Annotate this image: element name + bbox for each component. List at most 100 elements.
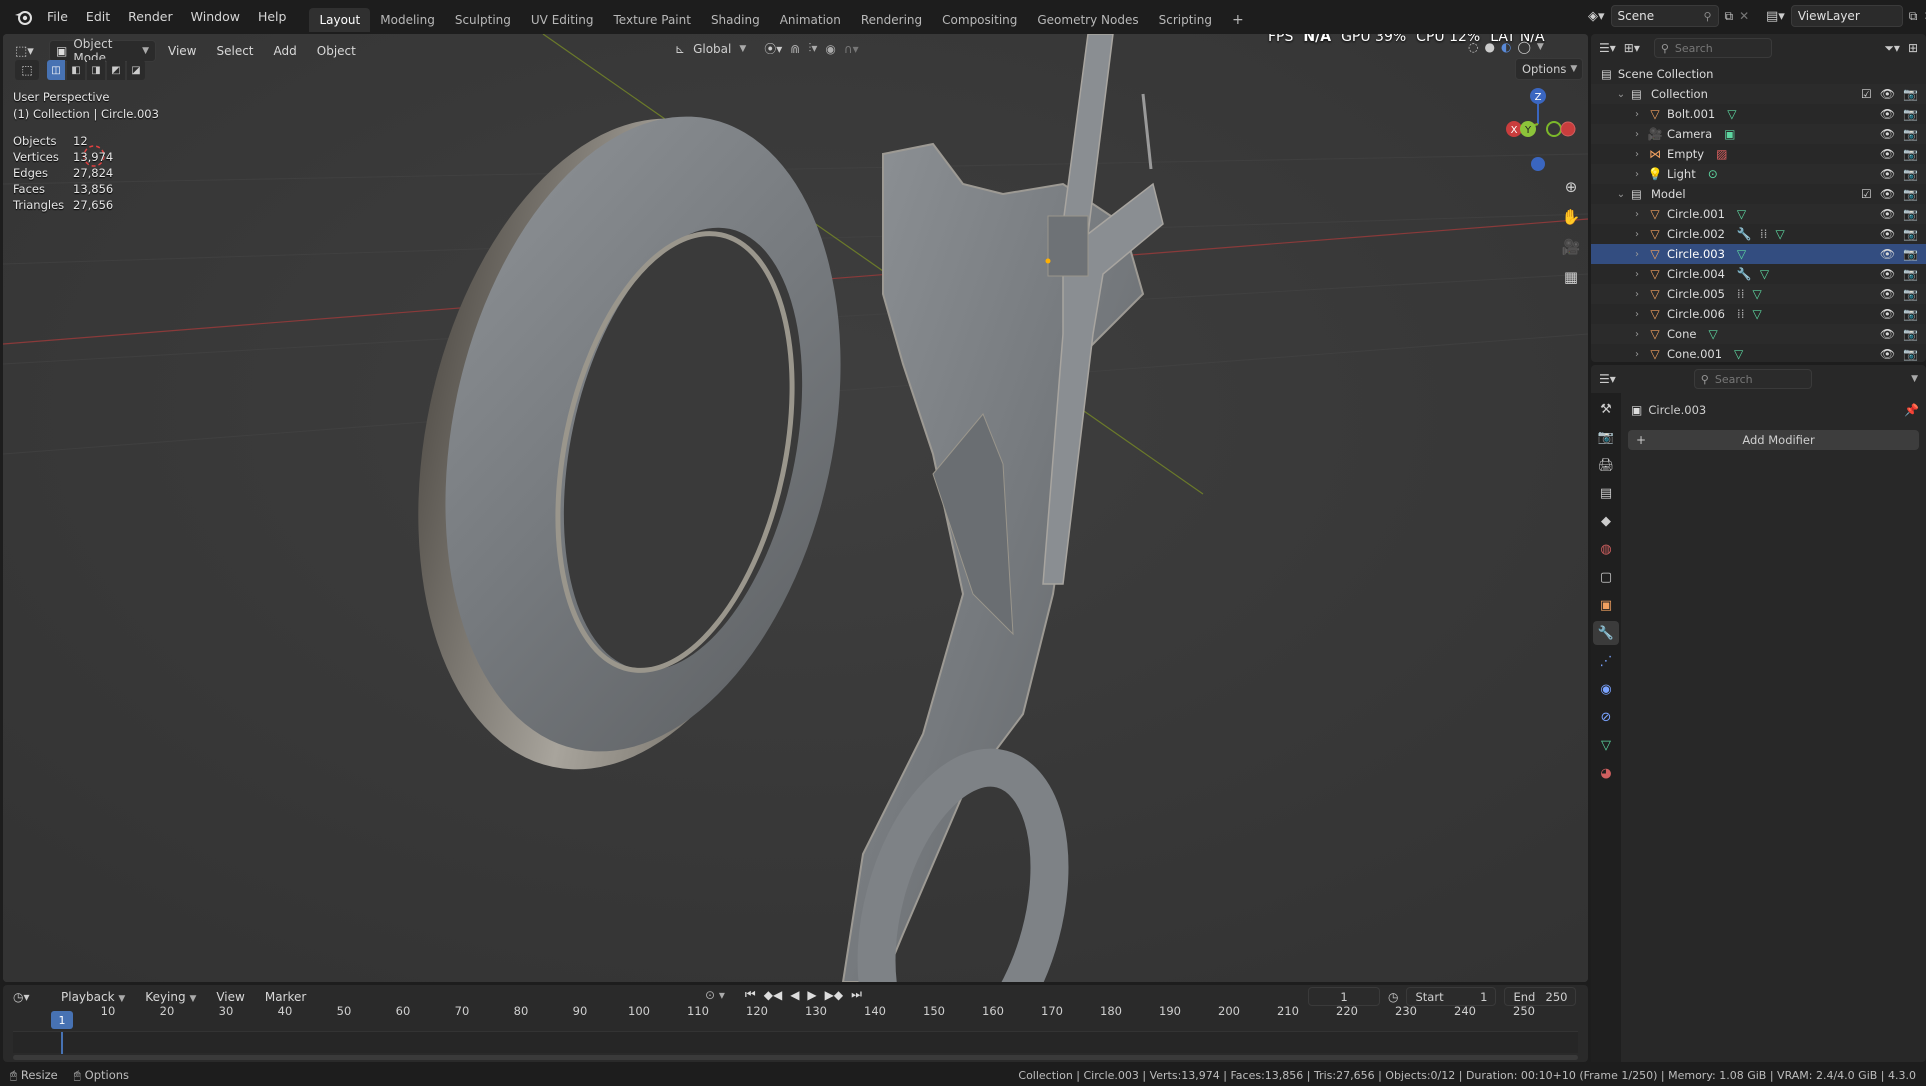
wrench-icon[interactable]: 🔧 <box>1737 227 1752 241</box>
scene-field[interactable]: Scene ⚲ <box>1610 5 1719 27</box>
eye-icon[interactable]: 👁 <box>1880 327 1895 341</box>
editor-type-icon[interactable]: ◷▾ <box>13 990 49 1004</box>
expand-icon[interactable]: › <box>1631 249 1643 260</box>
new-collection-icon[interactable]: ⊞ <box>1908 41 1918 55</box>
mesh-data-icon[interactable]: ▽ <box>1734 347 1743 361</box>
menu-render[interactable]: Render <box>119 0 182 34</box>
mesh-data-icon[interactable]: ▽ <box>1737 207 1746 221</box>
view-layer-icon[interactable]: ▤▾ <box>1766 9 1785 24</box>
vertex-group-icon[interactable]: ⁞⁞ <box>1760 227 1768 241</box>
blender-logo-icon[interactable] <box>8 0 38 34</box>
set-selection-icon[interactable]: ◫ <box>47 60 65 80</box>
tab-compositing[interactable]: Compositing <box>932 8 1027 32</box>
play-reverse-icon[interactable]: ◀ <box>790 988 799 1002</box>
object-tab-icon[interactable]: ▣ <box>1593 593 1619 617</box>
3d-viewport[interactable]: ⬚▾ ▣ Object Mode ▼ View Select Add Objec… <box>3 34 1588 982</box>
editor-type-icon[interactable]: ☰▾ <box>1599 41 1616 55</box>
tree-row-object[interactable]: › ▽ Circle.002 🔧 ⁞⁞ ▽ 👁 📷 <box>1591 224 1926 244</box>
eye-icon[interactable]: 👁 <box>1880 207 1895 221</box>
expand-icon[interactable]: › <box>1631 209 1643 220</box>
viewport-menu-add[interactable]: Add <box>266 40 305 62</box>
material-tab-icon[interactable]: ◕ <box>1593 761 1619 785</box>
eye-icon[interactable]: 👁 <box>1880 307 1895 321</box>
eye-icon[interactable]: 👁 <box>1880 147 1895 161</box>
eye-icon[interactable]: 👁 <box>1880 167 1895 181</box>
tree-row-scene-collection[interactable]: ▤ Scene Collection <box>1591 64 1926 84</box>
viewport-menu-view[interactable]: View <box>160 40 204 62</box>
add-modifier-button[interactable]: + Add Modifier <box>1628 430 1919 450</box>
mode-dropdown[interactable]: ▣ Object Mode ▼ <box>49 37 156 65</box>
data-tab-icon[interactable]: ▽ <box>1593 733 1619 757</box>
vertex-group-icon[interactable]: ⁞⁞ <box>1737 307 1745 321</box>
shading-options-icon[interactable]: ▼ <box>1537 42 1544 52</box>
camera-icon[interactable]: 📷 <box>1903 167 1918 181</box>
wrench-icon[interactable]: 🔧 <box>1737 267 1752 281</box>
camera-view-icon[interactable]: 🎥 <box>1558 234 1584 260</box>
solid-shading-icon[interactable]: ● <box>1484 40 1494 54</box>
stopwatch-icon[interactable]: ◷ <box>1388 990 1398 1004</box>
eye-icon[interactable]: 👁 <box>1880 247 1895 261</box>
outliner-search-input[interactable]: ⚲ Search <box>1653 38 1772 58</box>
jump-to-end-icon[interactable]: ⏭ <box>851 987 862 1002</box>
add-workspace-button[interactable]: + <box>1222 8 1254 32</box>
tree-row-object[interactable]: › ▽ Circle.001 ▽ 👁 📷 <box>1591 204 1926 224</box>
tree-row-object[interactable]: › ▽ Circle.005 ⁞⁞ ▽ 👁 📷 <box>1591 284 1926 304</box>
menu-help[interactable]: Help <box>249 0 296 34</box>
particles-tab-icon[interactable]: ⋰ <box>1593 649 1619 673</box>
display-mode-icon[interactable]: ⊞▾ <box>1624 41 1640 55</box>
menu-window[interactable]: Window <box>182 0 249 34</box>
jump-keyframe-back-icon[interactable]: ◆◀ <box>764 988 782 1002</box>
camera-icon[interactable]: 📷 <box>1903 147 1918 161</box>
scene-icon[interactable]: ◈▾ <box>1588 9 1605 24</box>
editor-type-icon[interactable]: ☰▾ <box>1599 372 1616 386</box>
constraints-tab-icon[interactable]: ⊘ <box>1593 705 1619 729</box>
new-view-layer-icon[interactable]: ⧉ <box>1909 9 1918 24</box>
mesh-data-icon[interactable]: ▽ <box>1753 287 1762 301</box>
intersect-selection-icon[interactable]: ◪ <box>127 60 145 80</box>
jump-to-start-icon[interactable]: ⏮ <box>745 987 756 1002</box>
image-data-icon[interactable]: ▨ <box>1716 147 1727 161</box>
snap-target-icon[interactable]: ⫶▾ <box>808 41 817 56</box>
expand-icon[interactable]: › <box>1631 269 1643 280</box>
light-data-icon[interactable]: ⊙ <box>1708 167 1718 181</box>
new-scene-icon[interactable]: ⧉ <box>1725 9 1734 24</box>
vertex-group-icon[interactable]: ⁞⁞ <box>1737 287 1745 301</box>
expand-icon[interactable]: › <box>1631 129 1643 140</box>
proportional-edit-icon[interactable]: ◉ <box>825 42 835 56</box>
filter-icon[interactable]: ⏷▾ <box>1884 41 1900 56</box>
auto-keying-icon[interactable]: ⊙ ▾ <box>705 988 725 1002</box>
eye-icon[interactable]: 👁 <box>1880 107 1895 121</box>
tab-texture-paint[interactable]: Texture Paint <box>604 8 701 32</box>
mesh-data-icon[interactable]: ▽ <box>1776 227 1785 241</box>
eye-icon[interactable]: 👁 <box>1880 87 1895 101</box>
eye-icon[interactable]: 👁 <box>1880 347 1895 361</box>
mesh-data-icon[interactable]: ▽ <box>1727 107 1736 121</box>
mesh-data-icon[interactable]: ▽ <box>1737 247 1746 261</box>
camera-icon[interactable]: 📷 <box>1903 327 1918 341</box>
expand-icon[interactable]: › <box>1631 229 1643 240</box>
scene-tab-icon[interactable]: ◆ <box>1593 509 1619 533</box>
tree-row-object[interactable]: › 💡 Light ⊙ 👁 📷 <box>1591 164 1926 184</box>
eye-icon[interactable]: 👁 <box>1880 127 1895 141</box>
timeline-track-area[interactable] <box>13 1031 1578 1054</box>
snap-icon[interactable]: ⋒ <box>790 42 800 56</box>
checkbox-icon[interactable]: ☑ <box>1861 187 1872 201</box>
playhead[interactable]: 1 <box>51 1011 73 1029</box>
tab-animation[interactable]: Animation <box>770 8 851 32</box>
expand-icon[interactable]: › <box>1631 349 1643 360</box>
tab-uv-editing[interactable]: UV Editing <box>521 8 604 32</box>
timeline-scrollbar[interactable] <box>13 1055 1578 1060</box>
tab-rendering[interactable]: Rendering <box>851 8 932 32</box>
camera-icon[interactable]: 📷 <box>1903 287 1918 301</box>
menu-edit[interactable]: Edit <box>77 0 119 34</box>
zoom-icon[interactable]: ⊕ <box>1558 174 1584 200</box>
mesh-data-icon[interactable]: ▽ <box>1708 327 1717 341</box>
falloff-icon[interactable]: ∩▾ <box>844 42 859 56</box>
jump-keyframe-forward-icon[interactable]: ▶◆ <box>825 988 843 1002</box>
frame-ruler[interactable]: 1 10 20 30 40 50 60 70 80 90 100 110 120… <box>13 1004 1578 1029</box>
transform-orientation-dropdown[interactable]: Global <box>693 42 731 56</box>
expand-icon[interactable]: › <box>1631 149 1643 160</box>
tool-tab-icon[interactable]: ⚒ <box>1593 397 1619 421</box>
render-tab-icon[interactable]: 📷 <box>1593 425 1619 449</box>
pan-hand-icon[interactable]: ✋ <box>1558 204 1584 230</box>
